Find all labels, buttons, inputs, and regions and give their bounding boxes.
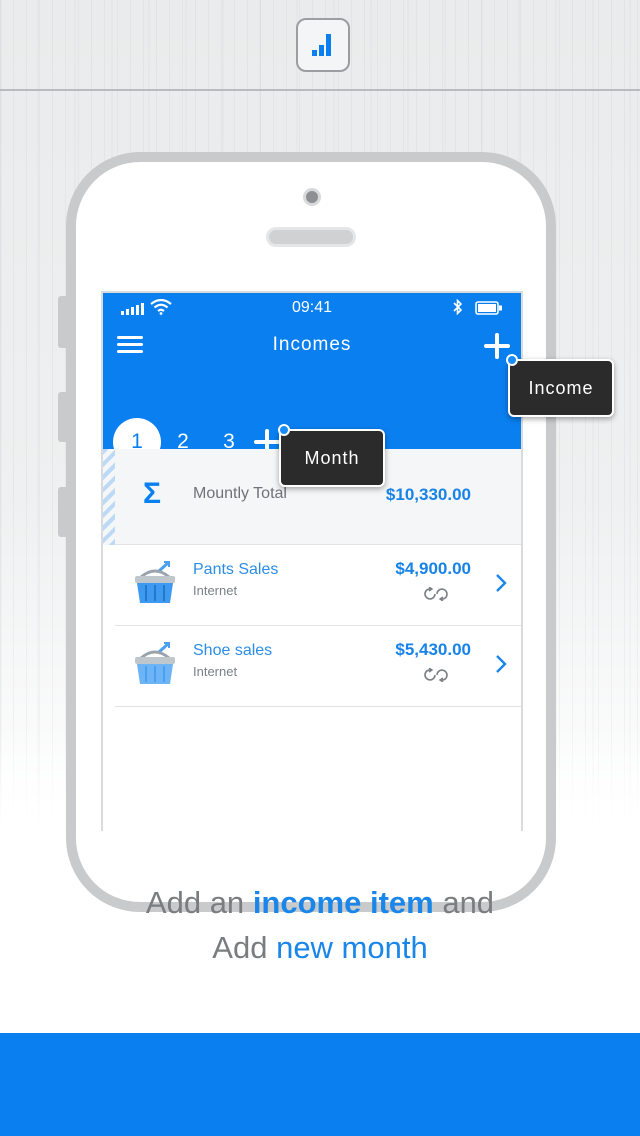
battery-icon [475,301,503,320]
income-tooltip-dot [506,354,518,366]
basket-icon [133,560,177,612]
phone-camera [303,188,321,206]
caption-text: Add [212,930,268,965]
caption-text: and [442,885,495,920]
wood-seam [0,89,640,91]
page-title: Incomes [272,334,352,355]
caption-line-2: Add new month [0,925,640,970]
feature-caption: Add an income item and Add new month [0,880,640,970]
month-tooltip: Month [279,429,385,487]
stripe-decoration [103,449,115,545]
list-item[interactable]: Shoe sales Internet $5,430.00 [115,626,521,707]
item-name: Pants Sales [193,561,279,578]
item-amount: $5,430.00 [395,640,471,659]
list-item[interactable]: Pants Sales Internet $4,900.00 [115,545,521,626]
basket-icon [133,641,177,693]
recurring-icon [423,667,449,687]
status-bar: 09:41 [103,293,521,323]
sigma-icon: Σ [143,477,162,510]
caption-text: Add an [145,885,245,920]
item-category: Internet [193,583,238,598]
caption-line-1: Add an income item and [0,880,640,925]
bottom-bar [0,1033,640,1136]
total-label: Mountly Total [193,485,287,502]
item-category: Internet [193,664,238,679]
chevron-right-icon [495,654,507,679]
bluetooth-icon [453,298,463,320]
recurring-icon [423,586,449,606]
income-tooltip: Income [508,359,614,417]
month-tooltip-dot [278,424,290,436]
item-amount: $4,900.00 [395,559,471,578]
app-screen: 09:41 Incomes 1 2 3 Σ Mountly Total $10,… [101,291,523,831]
phone-speaker [266,227,356,247]
chevron-right-icon [495,573,507,598]
total-amount: $10,330.00 [385,485,471,504]
caption-highlight: income item [252,885,434,920]
item-name: Shoe sales [193,642,273,659]
caption-highlight: new month [276,930,428,965]
app-logo-icon [296,18,350,72]
add-income-button[interactable] [484,333,510,359]
